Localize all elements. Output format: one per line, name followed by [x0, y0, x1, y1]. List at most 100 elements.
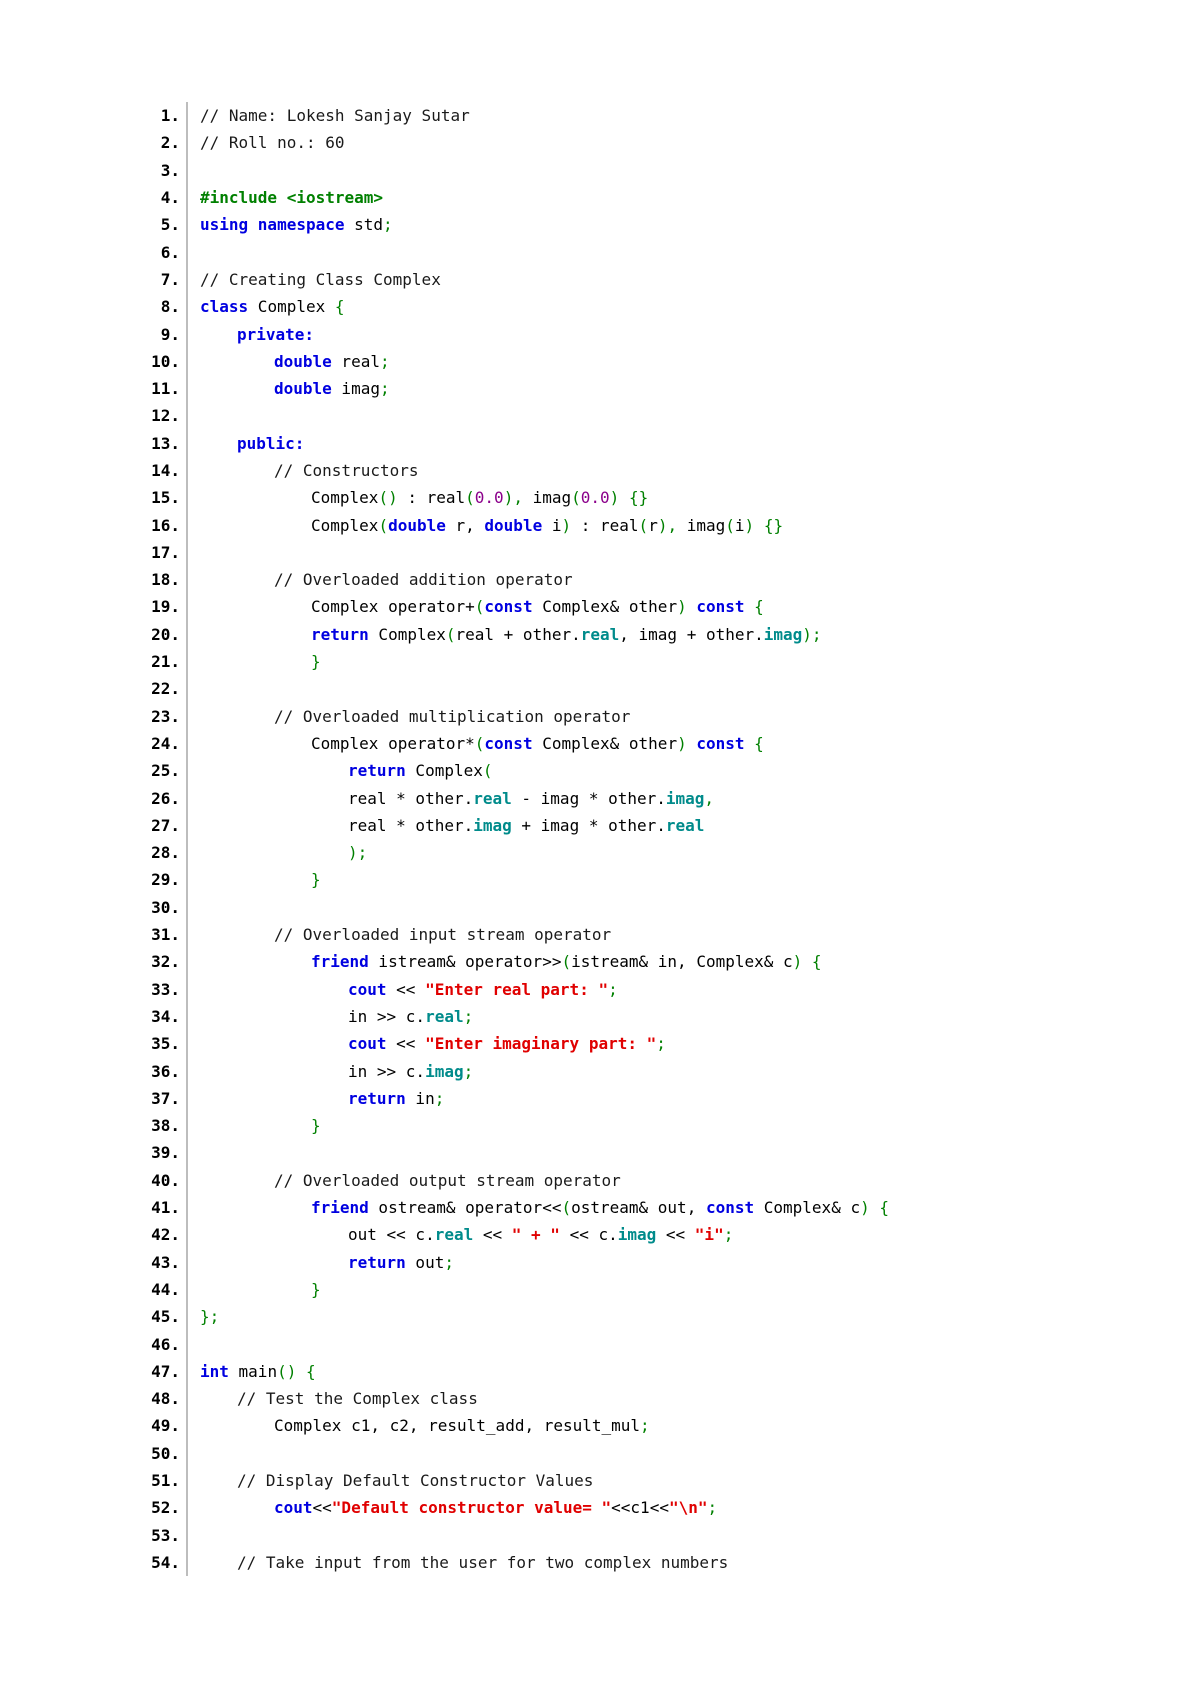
code-token-plain: imag — [331, 379, 380, 399]
line-number: 22. — [151, 679, 180, 699]
code-token-plain: Complex& other — [532, 733, 678, 753]
code-token-plain: << — [656, 1225, 695, 1245]
line-code: Complex c1, c2, result_add, result_mul; — [186, 1412, 650, 1440]
line-number: 8. — [160, 297, 180, 317]
code-line: 2. // Roll no.: 60 — [138, 129, 889, 157]
code-token-keyword: return — [311, 624, 369, 644]
line-number: 47. — [151, 1361, 180, 1381]
code-line: 24. Complex operator*(const Complex& othe… — [138, 729, 889, 758]
code-line: 31. // Overloaded input stream operator — [138, 920, 889, 949]
line-number: 2. — [160, 133, 180, 153]
code-token-keyword: public: — [237, 433, 305, 453]
code-token-bracket: { — [744, 597, 764, 617]
line-code: // Test the Complex class — [186, 1384, 478, 1413]
code-line: 9. private: — [138, 320, 889, 348]
code-token-plain: Complex — [311, 515, 379, 535]
code-token-plain: istream& in, Complex& c — [571, 952, 793, 972]
code-token-keyword: const — [696, 597, 745, 617]
line-code: in >> c.imag; — [186, 1057, 474, 1085]
code-token-bracket: ; — [463, 1061, 474, 1081]
line-code — [186, 238, 200, 266]
line-number: 4. — [160, 188, 180, 208]
code-line: 30. — [138, 893, 889, 921]
line-code: public: — [186, 429, 305, 457]
line-code: // Overloaded addition operator — [186, 566, 573, 594]
code-line: 15. Complex() : real(0.0), imag(0.0) {} — [138, 484, 889, 512]
line-code: } — [186, 1111, 321, 1140]
code-token-bracket: ( — [474, 733, 485, 753]
code-line: 21.} — [138, 647, 889, 676]
code-token-comment: // Constructors — [274, 461, 419, 480]
code-token-bracket: ( — [725, 515, 735, 535]
line-code: out << c.real << " + " << c.imag << "i"; — [186, 1221, 733, 1249]
code-token-plain: main — [228, 1361, 278, 1381]
code-token-plain: << — [312, 1498, 332, 1518]
code-token-bracket: ( — [638, 515, 649, 535]
code-token-bracket: ; — [379, 379, 390, 399]
code-line: 34. in >> c.real; — [138, 1002, 889, 1031]
code-token-bracket: ; — [379, 351, 390, 371]
code-token-bracket: ) — [677, 597, 687, 617]
code-token-plain: <<c1<< — [611, 1498, 669, 1518]
code-line: 52. cout<<"Default constructor value= "<<… — [138, 1494, 889, 1522]
code-line: 25. return Complex( — [138, 757, 889, 785]
code-token-keyword: friend — [311, 1198, 369, 1218]
code-token-keyword: friend — [311, 952, 369, 972]
line-number: 3. — [160, 160, 180, 180]
code-line: 47. int main() { — [138, 1357, 889, 1385]
line-code — [186, 402, 200, 430]
line-number: 7. — [160, 269, 180, 289]
code-token-bracket: ); — [348, 843, 368, 863]
code-token-bracket: ), — [657, 515, 678, 535]
code-token-member: real — [434, 1225, 474, 1245]
line-number: 53. — [151, 1525, 180, 1545]
code-token-string: "i" — [694, 1225, 724, 1245]
line-code: ); — [186, 839, 368, 867]
code-token-bracket: ( — [561, 952, 572, 972]
code-token-directive: #include <iostream> — [200, 188, 384, 208]
code-token-bracket: ), — [503, 488, 523, 508]
line-code: Complex() : real(0.0), imag(0.0) {} — [186, 484, 648, 512]
code-token-member: real — [425, 1006, 464, 1026]
code-line: 27. real * other.imag + imag * other.real — [138, 811, 889, 840]
code-token-plain: in >> c. — [348, 1061, 426, 1081]
code-token-plain: real — [331, 351, 380, 371]
line-number: 51. — [151, 1470, 180, 1490]
line-number: 30. — [151, 897, 180, 917]
code-line: 50. — [138, 1439, 889, 1467]
line-number: 9. — [160, 324, 180, 344]
code-token-keyword: return — [348, 1088, 406, 1108]
code-line: 8. class Complex { — [138, 293, 889, 321]
line-code — [186, 1521, 200, 1549]
line-number: 21. — [151, 652, 180, 672]
code-line: 20. return Complex(real + other.real, ima… — [138, 620, 889, 648]
code-token-bracket: ; — [444, 1252, 454, 1272]
line-number: 36. — [151, 1061, 180, 1081]
code-token-bracket: ( — [445, 624, 456, 644]
line-code: double real; — [186, 347, 390, 375]
code-line: 45.}; — [138, 1303, 889, 1331]
line-code — [186, 1330, 200, 1358]
line-number: 18. — [151, 570, 180, 590]
line-code: friend istream& operator>>(istream& in, … — [186, 948, 822, 976]
code-line: 48. // Test the Complex class — [138, 1384, 889, 1413]
code-token-member: real — [473, 788, 512, 808]
code-token-bracket: () { — [277, 1361, 316, 1381]
code-line: 41. friend ostream& operator<<(ostream& o… — [138, 1193, 889, 1222]
code-token-bracket: ) — [561, 515, 572, 535]
code-line: 4. #include <iostream> — [138, 183, 889, 212]
line-number: 40. — [151, 1170, 180, 1190]
code-line: 19. Complex operator+(const Complex& othe… — [138, 593, 889, 621]
code-token-keyword: const — [696, 733, 745, 753]
code-line: 12. — [138, 402, 889, 430]
line-code: in >> c.real; — [186, 1002, 473, 1031]
code-token-plain: << — [473, 1225, 512, 1245]
code-token-bracket: ) — [677, 733, 687, 753]
code-token-plain: std — [344, 215, 384, 235]
line-number: 52. — [151, 1498, 180, 1518]
code-listing: 1. // Name: Lokesh Sanjay Sutar 2. // Roll … — [138, 102, 889, 1577]
line-code: double imag; — [186, 374, 390, 403]
line-code: real * other.imag + imag * other.real — [186, 811, 704, 840]
line-code — [186, 1139, 200, 1167]
